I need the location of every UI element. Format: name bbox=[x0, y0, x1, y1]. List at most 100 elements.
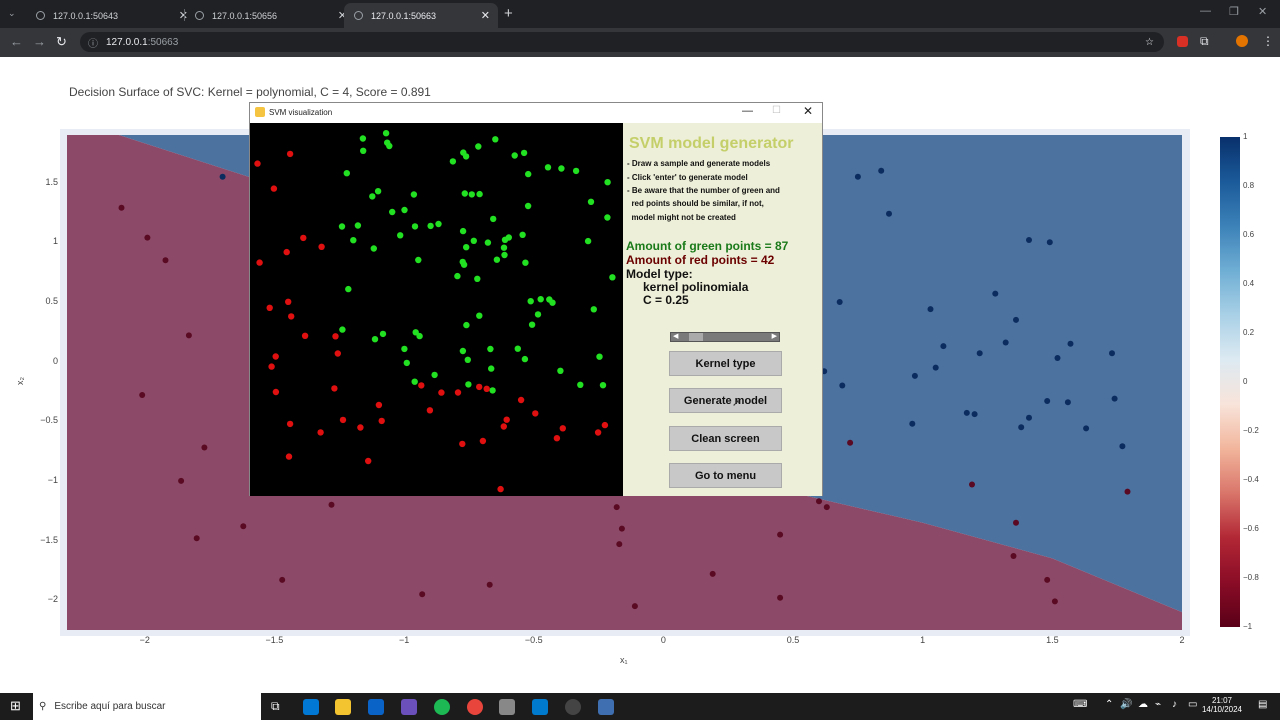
tab-1[interactable]: 127.0.0.1:50643 ✕ bbox=[26, 3, 196, 28]
minimize-icon[interactable]: — bbox=[1200, 5, 1211, 17]
plot-title: Decision Surface of SVC: Kernel = polyno… bbox=[69, 85, 431, 99]
red-point bbox=[375, 401, 383, 409]
avatar[interactable] bbox=[1236, 35, 1248, 47]
scatter-point-pos bbox=[1002, 339, 1009, 346]
windows-start-icon[interactable]: ⊞ bbox=[10, 698, 21, 714]
vscode-icon[interactable] bbox=[532, 699, 548, 715]
scatter-point-pos bbox=[1026, 414, 1032, 421]
x-tick-label: 1 bbox=[920, 635, 926, 645]
python-icon bbox=[255, 107, 265, 117]
green-point bbox=[476, 190, 483, 198]
battery-icon[interactable]: ▭ bbox=[1188, 699, 1197, 710]
close-window-icon[interactable]: ✕ bbox=[1258, 5, 1267, 18]
task-view-icon[interactable]: ⧉ bbox=[271, 699, 280, 714]
outlook-icon[interactable] bbox=[368, 699, 384, 715]
extension-icon[interactable] bbox=[1177, 36, 1188, 47]
taskbar-search-input[interactable]: ⚲ Escribe aquí para buscar bbox=[33, 693, 261, 720]
x-tick-label: −0.5 bbox=[524, 635, 543, 645]
volume-icon[interactable]: 🔊 bbox=[1120, 699, 1132, 710]
scatter-point-neg bbox=[201, 444, 208, 451]
close-icon[interactable]: ✕ bbox=[481, 9, 490, 22]
scatter-point-neg bbox=[279, 576, 286, 583]
keyboard-icon[interactable]: ⌨ bbox=[1073, 699, 1087, 710]
reload-icon[interactable]: ↻ bbox=[56, 34, 67, 50]
clock[interactable]: 21:07 14/10/2024 bbox=[1200, 696, 1244, 714]
drawing-canvas[interactable] bbox=[250, 123, 623, 496]
scatter-point-pos bbox=[1064, 399, 1071, 406]
maximize-icon[interactable]: ❐ bbox=[1229, 5, 1239, 18]
minimize-icon[interactable]: — bbox=[742, 105, 753, 117]
obs-icon[interactable] bbox=[565, 699, 581, 715]
y-tick-label: −1 bbox=[47, 474, 58, 485]
address-bar[interactable]: ⓘ 127.0.0.1:50663 ☆ bbox=[80, 32, 1164, 52]
cloud-icon[interactable]: ☁ bbox=[1138, 699, 1148, 710]
notification-icon[interactable]: ▤ bbox=[1258, 699, 1267, 710]
green-point bbox=[558, 165, 565, 172]
tab-3[interactable]: 127.0.0.1:50663 ✕ bbox=[344, 3, 498, 28]
scatter-point-pos bbox=[911, 372, 918, 379]
spotify-icon[interactable] bbox=[434, 699, 450, 715]
info-icon[interactable]: ⓘ bbox=[88, 35, 98, 50]
c-slider[interactable]: ◀ ▶ bbox=[670, 332, 780, 342]
scatter-point-pos bbox=[886, 210, 892, 217]
green-point bbox=[403, 359, 410, 367]
green-point bbox=[401, 206, 408, 214]
chrome-icon[interactable] bbox=[467, 699, 483, 715]
scatter-point-neg bbox=[1051, 598, 1058, 605]
scatter-point-neg bbox=[969, 481, 975, 488]
red-point bbox=[594, 429, 602, 436]
menu-dots-icon[interactable]: ⋮ bbox=[1262, 34, 1274, 48]
green-point bbox=[360, 147, 367, 154]
close-icon[interactable]: ✕ bbox=[803, 104, 813, 118]
green-point bbox=[577, 381, 584, 388]
green-point bbox=[379, 330, 387, 338]
tab-2[interactable]: 127.0.0.1:50656 ✕ bbox=[185, 3, 355, 28]
speaker-icon[interactable]: ♪ bbox=[1172, 699, 1177, 710]
kernel-type-button[interactable]: Kernel type bbox=[669, 351, 782, 376]
green-point bbox=[397, 232, 404, 239]
store-icon[interactable] bbox=[303, 699, 319, 715]
green-point bbox=[343, 170, 350, 177]
bookmark-star-icon[interactable]: ☆ bbox=[1145, 37, 1154, 48]
scatter-point-pos bbox=[839, 382, 846, 389]
slider-thumb[interactable] bbox=[689, 333, 703, 341]
scatter-point-pos bbox=[1044, 398, 1051, 404]
scatter-point-pos bbox=[1119, 443, 1126, 450]
back-icon[interactable]: ← bbox=[10, 34, 23, 49]
green-point bbox=[604, 214, 611, 221]
green-point bbox=[489, 387, 496, 394]
app-icon[interactable] bbox=[401, 699, 417, 715]
colorbar-tick-label: 0 bbox=[1243, 377, 1248, 386]
green-point bbox=[401, 345, 408, 353]
tab-search-icon[interactable]: ⌄ bbox=[8, 8, 16, 19]
red-point bbox=[483, 385, 490, 392]
arrow-right-icon[interactable]: ▶ bbox=[772, 332, 777, 340]
files-icon[interactable] bbox=[499, 699, 515, 715]
red-point bbox=[332, 333, 339, 340]
green-point bbox=[411, 378, 418, 385]
new-tab-icon[interactable]: + bbox=[504, 5, 513, 22]
y-tick-label: 0 bbox=[52, 355, 58, 366]
arrow-left-icon[interactable]: ◀ bbox=[673, 332, 678, 340]
model-type-label: Model type: bbox=[626, 267, 693, 281]
puzzle-extensions-icon[interactable]: ⧉ bbox=[1200, 34, 1209, 49]
go-to-menu-button[interactable]: Go to menu bbox=[669, 463, 782, 488]
green-point bbox=[382, 130, 390, 137]
generate-model-button[interactable]: Generate model bbox=[669, 388, 782, 413]
file-explorer-icon[interactable] bbox=[335, 699, 351, 715]
colorbar bbox=[1220, 137, 1240, 627]
green-point bbox=[557, 367, 564, 374]
clean-screen-button[interactable]: Clean screen bbox=[669, 426, 782, 451]
y-tick-label: −1.5 bbox=[40, 534, 58, 545]
scatter-point-neg bbox=[1013, 519, 1019, 526]
green-point bbox=[596, 353, 603, 360]
chevron-up-icon[interactable]: ⌃ bbox=[1105, 699, 1113, 710]
scatter-point-pos bbox=[219, 173, 226, 180]
forward-icon[interactable]: → bbox=[33, 34, 46, 49]
network-icon[interactable]: ⌁ bbox=[1155, 699, 1161, 710]
green-point bbox=[460, 149, 467, 156]
python-icon[interactable] bbox=[598, 699, 614, 715]
x-tick-label: 2 bbox=[1179, 635, 1185, 645]
red-point bbox=[285, 298, 292, 305]
scatter-point-pos bbox=[1111, 395, 1118, 402]
